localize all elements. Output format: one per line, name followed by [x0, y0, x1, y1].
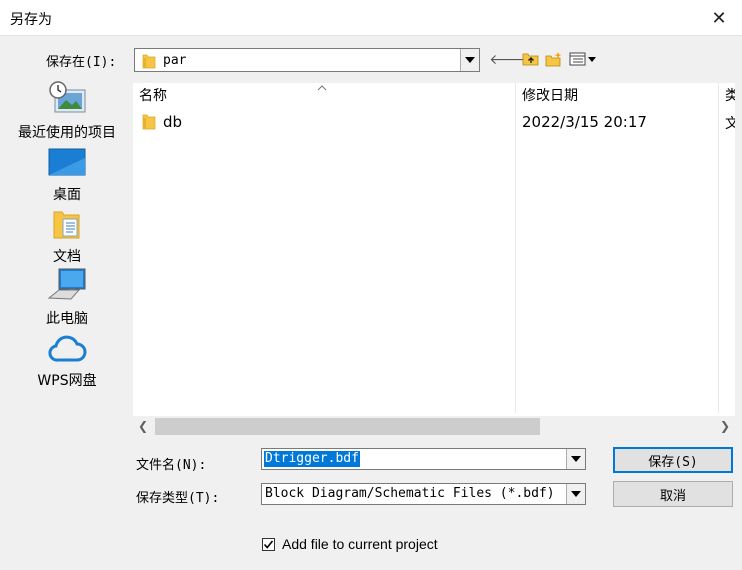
back-button[interactable]: 🡐: [489, 49, 527, 69]
new-folder-icon[interactable]: [544, 49, 564, 69]
sort-ascending-icon: [317, 83, 327, 94]
place-desktop-label: 桌面: [53, 187, 81, 203]
list-item-date: 2022/3/15 20:17: [522, 113, 647, 131]
folder-icon: [142, 113, 156, 134]
lookin-dropdown-arrow[interactable]: [460, 49, 479, 71]
filetype-value: Block Diagram/Schematic Files (*.bdf): [265, 486, 555, 501]
add-to-project-label[interactable]: Add file to current project: [282, 536, 438, 552]
place-desktop[interactable]: 桌面: [8, 148, 126, 204]
window-title: 另存为: [10, 12, 52, 28]
place-documents[interactable]: 文档: [8, 208, 126, 266]
places-bar: 最近使用的项目 桌面 文档 此电脑 WPS网盘: [8, 78, 126, 408]
filename-dropdown-arrow[interactable]: [566, 449, 585, 469]
lookin-combobox[interactable]: par: [134, 48, 480, 72]
file-list[interactable]: 名称 修改日期 类 db 2022/3/15 20:17 文 ❮ ❯: [133, 83, 735, 436]
filetype-label: 保存类型(T):: [136, 491, 220, 506]
place-computer[interactable]: 此电脑: [8, 268, 126, 328]
lookin-label: 保存在(I):: [46, 55, 117, 70]
cancel-button-label: 取消: [659, 488, 686, 504]
place-recent-label: 最近使用的项目: [18, 125, 116, 141]
add-to-project-checkbox[interactable]: [262, 538, 275, 551]
place-documents-label: 文档: [53, 249, 81, 265]
scroll-right-icon[interactable]: ❯: [715, 416, 735, 436]
list-item[interactable]: db 2022/3/15 20:17 文: [133, 111, 735, 133]
horizontal-scrollbar[interactable]: ❮ ❯: [133, 416, 735, 436]
documents-icon: [8, 208, 126, 244]
cloud-icon: [8, 332, 126, 368]
view-menu-icon[interactable]: [568, 49, 598, 69]
list-item-type: 文: [725, 116, 735, 132]
list-item-name: db: [163, 113, 183, 131]
cancel-button[interactable]: 取消: [613, 481, 733, 507]
scrollbar-thumb[interactable]: [155, 418, 540, 435]
place-recent[interactable]: 最近使用的项目: [8, 80, 126, 142]
recent-items-icon: [8, 80, 126, 120]
filename-input[interactable]: Dtrigger.bdf: [264, 451, 360, 467]
up-folder-icon[interactable]: [521, 49, 541, 69]
filetype-dropdown-arrow[interactable]: [566, 484, 585, 504]
computer-icon: [8, 268, 126, 306]
lookin-value: par: [163, 53, 187, 68]
filetype-select[interactable]: Block Diagram/Schematic Files (*.bdf): [261, 483, 586, 505]
filename-combobox[interactable]: Dtrigger.bdf: [261, 448, 586, 470]
close-button[interactable]: ✕: [696, 0, 742, 36]
save-button[interactable]: 保存(S): [613, 447, 733, 473]
place-computer-label: 此电脑: [46, 311, 88, 327]
title-bar: 另存为 ✕: [0, 0, 742, 36]
folder-icon: [142, 53, 156, 73]
column-header-name[interactable]: 名称: [139, 85, 167, 109]
column-header-type[interactable]: 类: [725, 85, 735, 109]
filename-label: 文件名(N):: [136, 458, 207, 473]
column-header-date[interactable]: 修改日期: [522, 85, 578, 109]
save-button-label: 保存(S): [648, 454, 698, 470]
desktop-icon: [8, 148, 126, 182]
place-wps-cloud-label: WPS网盘: [37, 373, 97, 389]
scroll-left-icon[interactable]: ❮: [133, 416, 153, 436]
place-wps-cloud[interactable]: WPS网盘: [8, 332, 126, 390]
